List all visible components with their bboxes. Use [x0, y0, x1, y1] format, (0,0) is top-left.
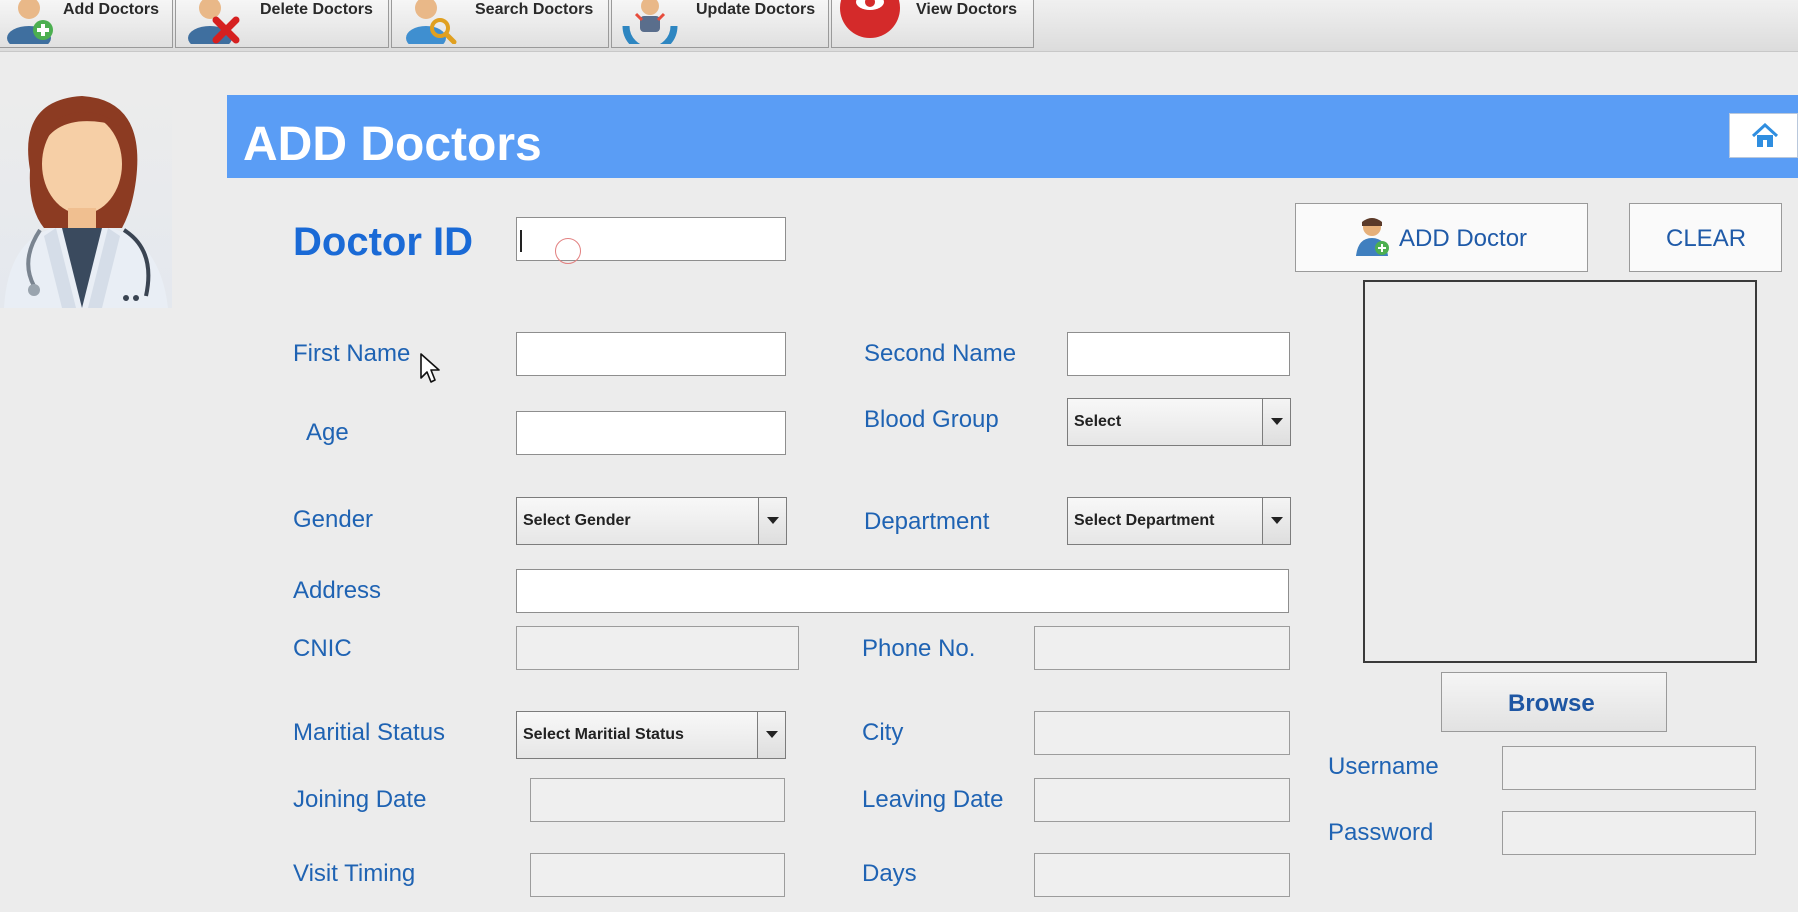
cnic-input[interactable]	[516, 626, 799, 670]
page-title: ADD Doctors	[243, 118, 542, 171]
city-input[interactable]	[1034, 711, 1290, 755]
search-doctors-label: Search Doctors	[475, 1, 594, 18]
search-user-icon	[406, 0, 457, 44]
second-name-input[interactable]	[1067, 332, 1290, 376]
add-user-icon	[7, 0, 53, 44]
add-doctor-label: ADD Doctor	[1399, 225, 1528, 252]
add-doctor-button[interactable]: ADD Doctor	[1295, 203, 1588, 272]
age-label: Age	[306, 419, 349, 446]
header-bar: ADD Doctors	[227, 95, 1798, 178]
text-caret	[520, 230, 522, 252]
browse-label: Browse	[1508, 690, 1595, 717]
marital-status-select[interactable]: Select Maritial Status	[516, 711, 786, 759]
username-input[interactable]	[1502, 746, 1756, 790]
phone-input[interactable]	[1034, 626, 1290, 670]
address-input[interactable]	[516, 569, 1289, 613]
marital-status-value: Select Maritial Status	[523, 726, 684, 743]
gender-label: Gender	[293, 506, 374, 533]
doctor-id-label: Doctor ID	[293, 220, 473, 264]
city-label: City	[862, 719, 904, 746]
department-label: Department	[864, 508, 990, 535]
blood-group-value: Select	[1074, 413, 1122, 430]
joining-date-label: Joining Date	[293, 786, 427, 813]
home-button[interactable]	[1729, 113, 1798, 158]
chevron-down-icon[interactable]	[1262, 498, 1290, 544]
blood-group-label: Blood Group	[864, 406, 999, 433]
clear-label: CLEAR	[1666, 225, 1747, 252]
top-toolbar: Add Doctors Delete Doctors Search Doctor…	[0, 0, 1798, 52]
address-label: Address	[293, 577, 382, 604]
click-indicator	[555, 238, 581, 264]
home-icon	[1751, 123, 1779, 147]
chevron-down-icon[interactable]	[757, 712, 785, 758]
days-label: Days	[862, 860, 917, 887]
age-input[interactable]	[516, 411, 786, 455]
update-user-icon	[622, 0, 678, 44]
update-doctors-button[interactable]: Update Doctors	[611, 0, 829, 48]
gender-value: Select Gender	[523, 512, 631, 529]
password-label: Password	[1328, 819, 1434, 846]
marital-status-label: Maritial Status	[293, 719, 446, 746]
photo-preview	[1363, 280, 1757, 663]
browse-button[interactable]: Browse	[1441, 672, 1667, 732]
update-doctors-label: Update Doctors	[696, 1, 816, 18]
delete-doctors-label: Delete Doctors	[260, 1, 373, 18]
eye-icon	[840, 0, 900, 38]
gender-select[interactable]: Select Gender	[516, 497, 787, 545]
delete-user-icon	[188, 0, 240, 44]
add-doctors-label: Add Doctors	[63, 1, 159, 18]
search-doctors-button[interactable]: Search Doctors	[391, 0, 609, 48]
add-doctors-button[interactable]: Add Doctors	[0, 0, 173, 48]
days-input[interactable]	[1034, 853, 1290, 897]
cnic-label: CNIC	[293, 635, 352, 662]
add-doctor-icon	[1356, 218, 1389, 256]
view-doctors-button[interactable]: View Doctors	[831, 0, 1034, 48]
password-input[interactable]	[1502, 811, 1756, 855]
leaving-date-input[interactable]	[1034, 778, 1290, 822]
leaving-date-label: Leaving Date	[862, 786, 1004, 813]
visit-timing-input[interactable]	[530, 853, 785, 897]
clear-button[interactable]: CLEAR	[1629, 203, 1782, 272]
first-name-input[interactable]	[516, 332, 786, 376]
doctor-avatar	[0, 90, 172, 308]
department-value: Select Department	[1074, 512, 1215, 529]
visit-timing-label: Visit Timing	[293, 860, 416, 887]
view-doctors-label: View Doctors	[916, 1, 1018, 18]
joining-date-input[interactable]	[530, 778, 785, 822]
delete-doctors-button[interactable]: Delete Doctors	[175, 0, 389, 48]
phone-label: Phone No.	[862, 635, 976, 662]
username-label: Username	[1328, 753, 1439, 780]
blood-group-select[interactable]: Select	[1067, 398, 1291, 446]
first-name-label: First Name	[293, 340, 411, 367]
chevron-down-icon[interactable]	[1262, 399, 1290, 445]
second-name-label: Second Name	[864, 340, 1017, 367]
department-select[interactable]: Select Department	[1067, 497, 1291, 545]
chevron-down-icon[interactable]	[758, 498, 786, 544]
mouse-pointer-icon	[420, 353, 440, 383]
